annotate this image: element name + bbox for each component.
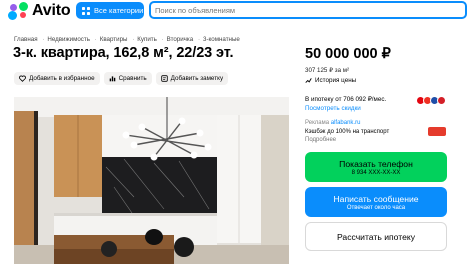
categories-icon <box>82 6 90 15</box>
alfabank-logo-icon <box>428 127 446 136</box>
note-icon <box>160 75 168 82</box>
price-history-label: История цены <box>315 77 357 84</box>
breadcrumb-item[interactable]: 3-комнатные <box>195 36 240 43</box>
all-categories-button[interactable]: Все категории <box>76 2 144 19</box>
mortgage-block: В ипотеку от 706 092 ₽/мес. Посмотреть с… <box>305 95 386 113</box>
heart-icon <box>19 75 26 82</box>
ad-more-link[interactable]: Подробнее <box>305 136 389 145</box>
breadcrumb-item[interactable]: Квартиры <box>92 36 128 43</box>
chart-history-icon <box>305 78 312 83</box>
add-to-favorites-button[interactable]: Добавить в избранное <box>14 72 100 85</box>
bank-logo-icon <box>437 96 446 105</box>
all-categories-label: Все категории <box>94 6 144 15</box>
ad-domain[interactable]: alfabank.ru <box>331 120 361 126</box>
breadcrumb-item[interactable]: Главная <box>14 36 38 43</box>
price-per-m2: 307 125 ₽ за м² <box>305 67 350 74</box>
breadcrumb-item[interactable]: Недвижимость <box>39 36 90 43</box>
listing-page: Avito Все категории Поиск по объявлениям… <box>0 0 468 264</box>
listing-actions: Добавить в избранное Сравнить Добавить з… <box>14 72 229 85</box>
listing-photo[interactable] <box>14 97 289 264</box>
search-input[interactable]: Поиск по объявлениям <box>149 1 467 19</box>
avito-logo[interactable]: Avito <box>7 2 71 20</box>
ad-text: Кэшбэк до 100% на транспорт <box>305 128 390 135</box>
price-history-link[interactable]: История цены <box>305 77 356 84</box>
compare-button[interactable]: Сравнить <box>103 72 152 85</box>
calculate-mortgage-label: Рассчитать ипотеку <box>336 231 416 242</box>
show-phone-button[interactable]: Показать телефон 8 934 XXX-XX-XX <box>305 152 447 182</box>
show-phone-label: Показать телефон <box>339 158 413 169</box>
response-time: Отвечает около часа <box>346 204 406 211</box>
bank-logos <box>416 96 446 105</box>
mortgage-text: В ипотеку от 706 092 ₽/мес. <box>305 96 387 103</box>
add-to-favorites-label: Добавить в избранное <box>29 75 95 82</box>
write-message-label: Написать сообщение <box>333 193 419 204</box>
write-message-button[interactable]: Написать сообщение Отвечает около часа <box>305 187 447 217</box>
page-title: 3-к. квартира, 162,8 м², 22/23 эт. <box>13 45 234 61</box>
compare-icon <box>109 76 115 82</box>
breadcrumb-item[interactable]: Вторичка <box>159 36 194 43</box>
logo-dots-icon <box>7 2 29 20</box>
kitchen-photo-illustration <box>14 97 289 264</box>
compare-label: Сравнить <box>118 75 147 82</box>
see-discounts-link[interactable]: Посмотреть скидки <box>305 104 386 113</box>
calculate-mortgage-button[interactable]: Рассчитать ипотеку <box>305 222 447 251</box>
masked-phone: 8 934 XXX-XX-XX <box>351 169 401 176</box>
breadcrumb: Главная Недвижимость Квартиры Купить Вто… <box>14 36 240 43</box>
ad-label: Реклама <box>305 120 330 126</box>
add-note-label: Добавить заметку <box>170 75 224 82</box>
add-note-button[interactable]: Добавить заметку <box>155 72 229 85</box>
promo-ad[interactable]: Реклама alfabank.ru Кэшбэк до 100% на тр… <box>305 119 389 145</box>
search-placeholder: Поиск по объявлениям <box>155 5 236 15</box>
breadcrumb-item[interactable]: Купить <box>129 36 157 43</box>
logo-text: Avito <box>32 2 71 19</box>
price: 50 000 000 ₽ <box>305 46 391 62</box>
